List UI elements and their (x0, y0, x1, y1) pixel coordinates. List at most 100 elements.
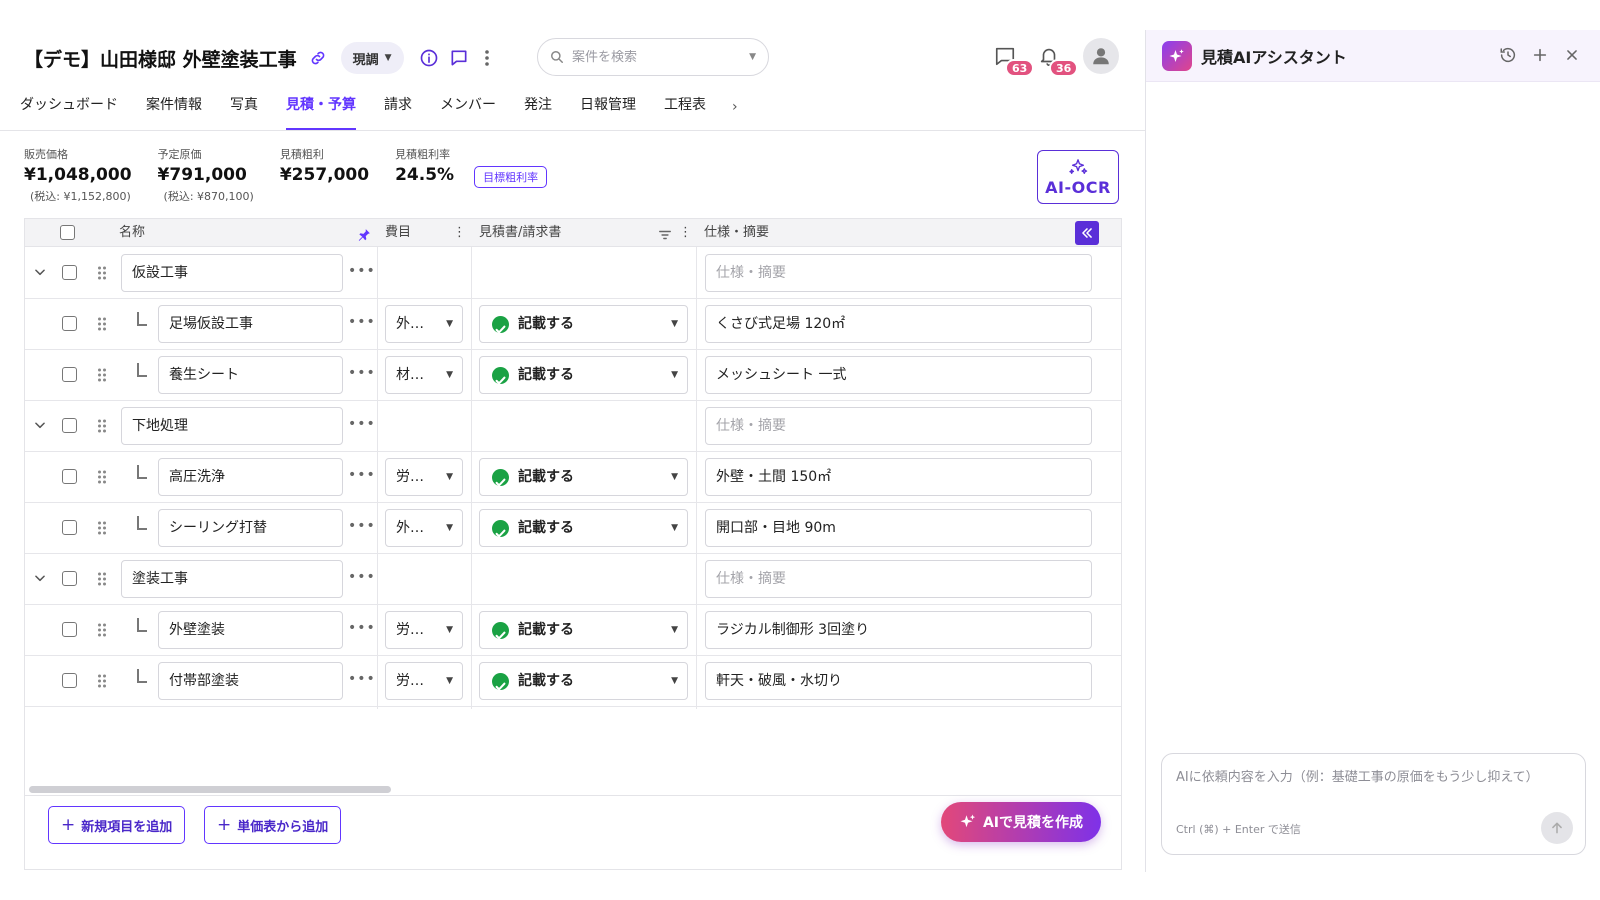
item-name-field[interactable]: 下地処理 (121, 407, 343, 445)
row-more-icon[interactable]: ••• (348, 467, 376, 483)
column-header-spec[interactable]: 仕様・摘要 (704, 219, 769, 247)
category-select[interactable]: 労… ▼ (385, 458, 463, 496)
drag-handle-icon[interactable] (97, 265, 107, 281)
document-select[interactable]: 記載する ▼ (479, 458, 688, 496)
close-icon[interactable] (1562, 44, 1582, 66)
filter-icon[interactable] (658, 225, 672, 241)
spec-field-placeholder[interactable]: 仕様・摘要 (705, 254, 1092, 292)
horizontal-scrollbar[interactable] (29, 786, 391, 793)
history-icon[interactable] (1498, 44, 1518, 66)
row-more-icon[interactable]: ••• (348, 620, 376, 636)
column-menu-icon[interactable]: ⋮ (453, 219, 466, 247)
select-all-checkbox[interactable] (60, 225, 75, 240)
tab-schedule[interactable]: 工程表 (664, 92, 706, 130)
row-checkbox[interactable] (62, 571, 77, 586)
row-checkbox[interactable] (62, 316, 77, 331)
tab-daily-reports[interactable]: 日報管理 (580, 92, 636, 130)
tab-members[interactable]: メンバー (440, 92, 496, 130)
row-more-icon[interactable]: ••• (348, 569, 376, 585)
status-dropdown[interactable]: 現調 ▼ (340, 42, 404, 74)
document-select[interactable]: 記載する ▼ (479, 356, 688, 394)
drag-handle-icon[interactable] (97, 316, 107, 332)
category-select[interactable]: 材… ▼ (385, 356, 463, 394)
drag-handle-icon[interactable] (97, 673, 107, 689)
item-name-field[interactable]: 高圧洗浄 (158, 458, 343, 496)
document-select[interactable]: 記載する ▼ (479, 509, 688, 547)
spec-field[interactable]: 開口部・目地 90m (705, 509, 1092, 547)
row-more-icon[interactable]: ••• (348, 263, 376, 279)
spec-field-placeholder[interactable]: 仕様・摘要 (705, 407, 1092, 445)
row-checkbox[interactable] (62, 367, 77, 382)
row-more-icon[interactable]: ••• (348, 365, 376, 381)
collapse-double-chevron-icon[interactable] (1075, 221, 1099, 245)
more-vertical-icon[interactable] (474, 45, 500, 71)
send-button[interactable] (1541, 812, 1573, 844)
spec-field[interactable]: ラジカル制御形 3回塗り (705, 611, 1092, 649)
item-name-field[interactable]: 養生シート (158, 356, 343, 394)
document-select[interactable]: 記載する ▼ (479, 305, 688, 343)
search-input[interactable] (572, 49, 750, 65)
tab-orders[interactable]: 発注 (524, 92, 552, 130)
ai-ocr-button[interactable]: AI-OCR (1037, 150, 1119, 204)
assistant-input[interactable] (1176, 766, 1572, 806)
item-name-field[interactable]: 仮設工事 (121, 254, 343, 292)
row-more-icon[interactable]: ••• (348, 314, 376, 330)
category-select[interactable]: 労… ▼ (385, 611, 463, 649)
link-icon[interactable] (305, 45, 331, 71)
column-menu-icon[interactable]: ⋮ (679, 219, 692, 247)
chevron-down-icon[interactable] (33, 417, 47, 431)
item-name-field[interactable]: 外壁塗装 (158, 611, 343, 649)
drag-handle-icon[interactable] (97, 418, 107, 434)
item-name-field[interactable]: 足場仮設工事 (158, 305, 343, 343)
row-checkbox[interactable] (62, 469, 77, 484)
drag-handle-icon[interactable] (97, 571, 107, 587)
messages-button[interactable]: 63 (987, 36, 1035, 77)
tab-project-info[interactable]: 案件情報 (146, 92, 202, 130)
spec-field[interactable]: 軒天・破風・水切り (705, 662, 1092, 700)
spec-field[interactable]: 外壁・土間 150㎡ (705, 458, 1092, 496)
item-name-field[interactable]: シーリング打替 (158, 509, 343, 547)
row-checkbox[interactable] (62, 622, 77, 637)
tabs-more-chevron-icon[interactable]: › (732, 92, 738, 130)
document-select[interactable]: 記載する ▼ (479, 662, 688, 700)
tab-billing[interactable]: 請求 (384, 92, 412, 130)
category-select[interactable]: 外… ▼ (385, 509, 463, 547)
document-select[interactable]: 記載する ▼ (479, 611, 688, 649)
row-checkbox[interactable] (62, 418, 77, 433)
row-more-icon[interactable]: ••• (348, 518, 376, 534)
row-more-icon[interactable]: ••• (348, 671, 376, 687)
category-select[interactable]: 外… ▼ (385, 305, 463, 343)
caret-down-icon[interactable]: ▼ (749, 52, 756, 62)
tab-estimate-budget[interactable]: 見積・予算 (286, 92, 356, 130)
row-more-icon[interactable]: ••• (348, 416, 376, 432)
ai-create-estimate-button[interactable]: AIで見積を作成 (941, 802, 1101, 842)
tab-photos[interactable]: 写真 (230, 92, 258, 130)
avatar[interactable] (1083, 38, 1119, 74)
column-header-name[interactable]: 名称 (119, 219, 145, 247)
spec-field[interactable]: メッシュシート 一式 (705, 356, 1092, 394)
target-margin-button[interactable]: 目標粗利率 (474, 166, 548, 188)
item-name-field[interactable]: 付帯部塗装 (158, 662, 343, 700)
tab-dashboard[interactable]: ダッシュボード (20, 92, 118, 130)
pin-icon[interactable] (357, 225, 371, 241)
notifications-button[interactable]: 36 (1031, 36, 1079, 77)
drag-handle-icon[interactable] (97, 520, 107, 536)
category-select[interactable]: 労… ▼ (385, 662, 463, 700)
row-checkbox[interactable] (62, 520, 77, 535)
spec-field[interactable]: くさび式足場 120㎡ (705, 305, 1092, 343)
drag-handle-icon[interactable] (97, 622, 107, 638)
chevron-down-icon[interactable] (33, 570, 47, 584)
drag-handle-icon[interactable] (97, 367, 107, 383)
spec-field-placeholder[interactable]: 仕様・摘要 (705, 560, 1092, 598)
column-header-category[interactable]: 費目 (385, 219, 411, 247)
column-header-document[interactable]: 見積書/請求書 (479, 219, 561, 247)
new-chat-plus-icon[interactable] (1530, 44, 1550, 66)
drag-handle-icon[interactable] (97, 469, 107, 485)
chevron-down-icon[interactable] (33, 264, 47, 278)
row-checkbox[interactable] (62, 673, 77, 688)
row-checkbox[interactable] (62, 265, 77, 280)
info-icon[interactable] (416, 45, 442, 71)
project-search[interactable]: ▼ (537, 38, 769, 76)
item-name-field[interactable]: 塗装工事 (121, 560, 343, 598)
comment-icon[interactable] (446, 45, 472, 71)
